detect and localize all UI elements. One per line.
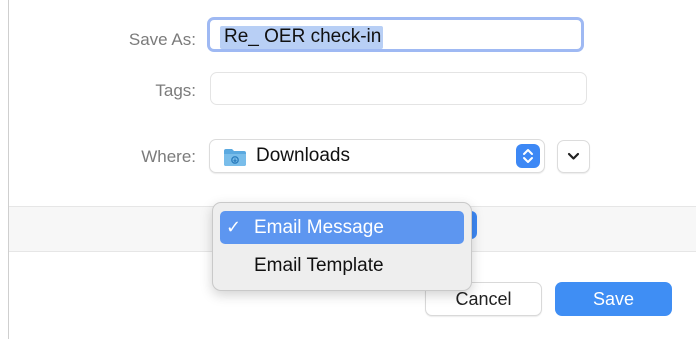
menu-item-email-template[interactable]: Email Template	[220, 249, 464, 282]
save-button[interactable]: Save	[555, 282, 672, 316]
chevron-down-icon	[567, 152, 580, 160]
sheet-left-border	[8, 0, 9, 339]
tags-label: Tags:	[155, 81, 196, 100]
up-down-stepper-icon[interactable]	[516, 144, 540, 168]
save-as-value[interactable]: Re_ OER check-in	[220, 26, 384, 49]
save-as-input[interactable]: Re_ OER check-in	[207, 17, 584, 52]
expand-browser-button[interactable]	[557, 140, 590, 173]
save-dialog: Save As: Re_ OER check-in Tags: Where: D…	[0, 0, 696, 339]
format-dropdown-menu: ✓ Email Message Email Template	[212, 202, 472, 291]
where-label: Where:	[141, 147, 196, 166]
where-location-popup[interactable]: Downloads	[209, 139, 545, 173]
tags-input[interactable]	[210, 72, 587, 105]
where-value: Downloads	[256, 145, 350, 166]
menu-item-label: Email Message	[254, 217, 384, 238]
menu-item-label: Email Template	[254, 255, 384, 276]
menu-item-email-message[interactable]: ✓ Email Message	[220, 211, 464, 244]
save-as-label: Save As:	[128, 30, 196, 49]
checkmark-icon: ✓	[226, 217, 242, 237]
folder-icon	[224, 149, 246, 166]
